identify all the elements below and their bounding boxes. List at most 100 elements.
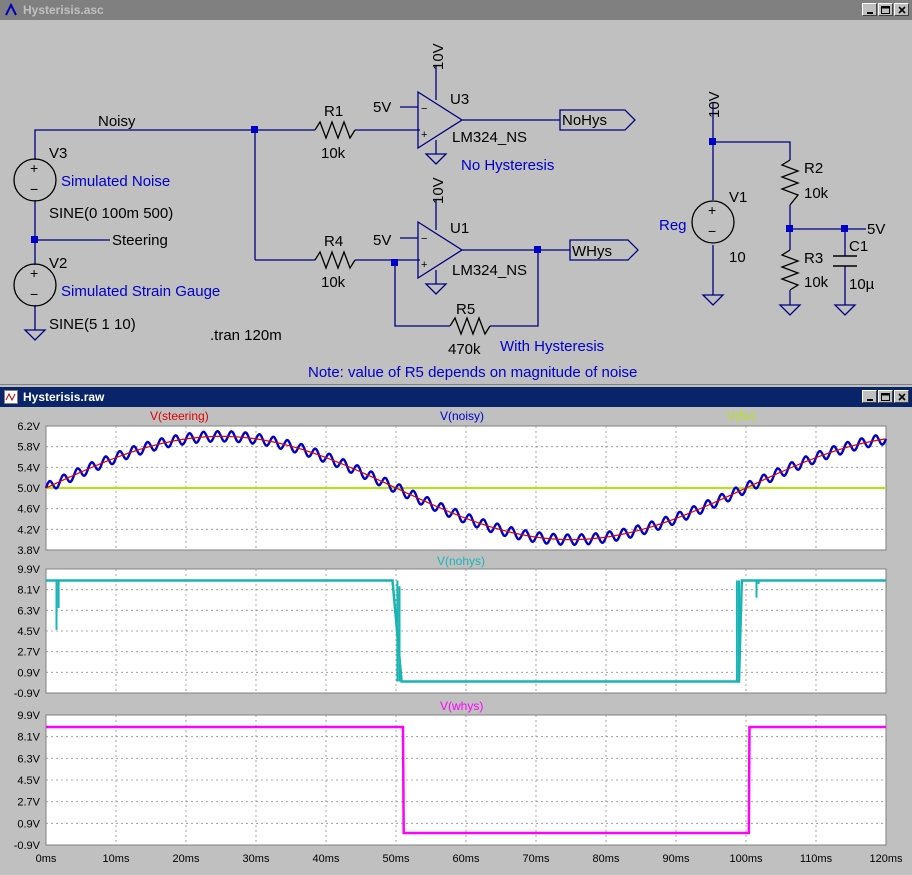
maximize-icon	[881, 5, 890, 14]
r5-value: 470k	[448, 341, 481, 358]
ltspice-schematic-icon	[3, 2, 19, 18]
r1-label: R1	[324, 103, 343, 120]
reg-label: Reg	[659, 217, 687, 234]
r4-label: R4	[324, 233, 343, 250]
y-tick-label: 4.5V	[17, 626, 40, 638]
svg-text:+: +	[421, 259, 427, 271]
with-hysteresis-note: With Hysteresis	[500, 338, 604, 355]
waveform-window: Hysterisis.raw 6.2V 5.8V 5.4V 5.0V 4.6V 4.2V 3…	[0, 384, 912, 875]
schematic-canvas[interactable]: +− +− +− −+ −+ Noisy Steering V3 SINE(0 …	[0, 20, 912, 384]
tran-directive: .tran 120m	[210, 327, 282, 344]
r2-label: R2	[804, 160, 823, 177]
svg-text:−: −	[421, 103, 427, 115]
legend-steering[interactable]: V(steering)	[150, 409, 209, 423]
svg-text:−: −	[421, 233, 427, 245]
x-tick-label: 90ms	[663, 853, 690, 865]
u3-supply: 10V	[430, 43, 447, 70]
minimize-button[interactable]	[862, 3, 877, 16]
x-tick-label: 40ms	[313, 853, 340, 865]
y-tick-label: 4.5V	[17, 775, 40, 787]
plot-pane-1[interactable]: 6.2V 5.8V 5.4V 5.0V 4.6V 4.2V 3.8V V(steering)…	[17, 409, 888, 557]
y-tick-label: 8.1V	[17, 732, 40, 744]
y-tick-label: 4.6V	[17, 504, 40, 516]
v3-description: Simulated Noise	[61, 173, 170, 190]
r1-value: 10k	[321, 145, 346, 162]
legend-noisy[interactable]: V(noisy)	[440, 409, 484, 423]
net-whys-label: WHys	[572, 243, 612, 260]
x-tick-label: 30ms	[243, 853, 270, 865]
r5-label: R5	[456, 301, 475, 318]
x-tick-label: 70ms	[523, 853, 550, 865]
u1-label: U1	[450, 220, 469, 237]
y-tick-label: 2.7V	[17, 797, 40, 809]
r4-value: 10k	[321, 274, 346, 291]
svg-text:−: −	[30, 286, 38, 302]
y-tick-label: 6.2V	[17, 421, 40, 433]
x-tick-label: 50ms	[383, 853, 410, 865]
waveform-canvas[interactable]: 6.2V 5.8V 5.4V 5.0V 4.6V 4.2V 3.8V V(steering)…	[0, 385, 912, 875]
r3-value: 10k	[804, 274, 829, 291]
y-tick-label: 2.7V	[17, 647, 40, 659]
no-hysteresis-note: No Hysteresis	[461, 157, 554, 174]
y-tick-label: 0.9V	[17, 818, 40, 830]
u3-model: LM324_NS	[452, 129, 527, 146]
legend-nohys[interactable]: V(nohys)	[437, 554, 485, 568]
x-tick-label: 0ms	[36, 853, 57, 865]
x-tick-label: 10ms	[103, 853, 130, 865]
u3-ref: 5V	[373, 99, 391, 116]
svg-text:+: +	[30, 265, 38, 281]
c1-value: 10µ	[849, 276, 875, 293]
x-tick-label: 20ms	[173, 853, 200, 865]
u1-model: LM324_NS	[452, 262, 527, 279]
close-button[interactable]	[894, 3, 909, 16]
r5-note: Note: value of R5 depends on magnitude o…	[308, 364, 637, 381]
y-tick-label: 5.8V	[17, 442, 40, 454]
svg-text:+: +	[421, 129, 427, 141]
minimize-icon	[866, 11, 873, 14]
y-tick-label: 5.0V	[17, 483, 40, 495]
y-tick-label: 6.3V	[17, 605, 40, 617]
legend-whys[interactable]: V(whys)	[440, 699, 483, 713]
svg-text:−: −	[708, 223, 716, 239]
x-tick-label: 100ms	[729, 853, 763, 865]
v3-label: V3	[49, 145, 67, 162]
y-tick-label: -0.9V	[14, 840, 41, 852]
net-noisy-label: Noisy	[98, 113, 136, 130]
c1-label: C1	[849, 238, 868, 255]
v2-description: Simulated Strain Gauge	[61, 283, 220, 300]
x-tick-label: 80ms	[593, 853, 620, 865]
r2-value: 10k	[804, 185, 829, 202]
net-steering-label: Steering	[112, 232, 168, 249]
y-tick-label: 9.9V	[17, 564, 40, 576]
x-tick-label: 110ms	[800, 853, 833, 865]
svg-text:+: +	[708, 202, 716, 218]
plot-pane-3[interactable]: 9.9V 8.1V 6.3V 4.5V 2.7V 0.9V -0.9V V(whys)	[14, 699, 887, 852]
y-tick-label: -0.9V	[14, 688, 41, 700]
schematic-window: Hysterisis.asc + − + − + − − + − + Noisy…	[0, 0, 912, 384]
v1-value: 10	[729, 249, 746, 266]
v1-supply: 10V	[706, 91, 723, 118]
y-tick-label: 6.3V	[17, 753, 40, 765]
close-icon	[897, 5, 906, 14]
y-tick-label: 0.9V	[17, 667, 40, 679]
x-tick-label: 120ms	[869, 853, 903, 865]
x-tick-label: 60ms	[453, 853, 480, 865]
schematic-titlebar[interactable]: Hysterisis.asc	[0, 0, 912, 20]
y-tick-label: 3.8V	[17, 545, 40, 557]
legend-5v[interactable]: V(5v)	[727, 409, 756, 423]
u1-ref: 5V	[373, 232, 391, 249]
net-nohys-label: NoHys	[562, 112, 607, 129]
v3-source: SINE(0 100m 500)	[49, 205, 173, 222]
u3-label: U3	[450, 91, 469, 108]
y-tick-label: 4.2V	[17, 524, 40, 536]
maximize-button[interactable]	[878, 3, 893, 16]
net-5v-label: 5V	[867, 221, 885, 238]
u1-supply: 10V	[430, 177, 447, 204]
schematic-title: Hysterisis.asc	[23, 3, 104, 17]
v2-label: V2	[49, 255, 67, 272]
svg-text:+: +	[30, 160, 38, 176]
r3-label: R3	[804, 250, 823, 267]
v1-label: V1	[729, 189, 747, 206]
y-tick-label: 9.9V	[17, 710, 40, 722]
plot-pane-2[interactable]: 9.9V 8.1V 6.3V 4.5V 2.7V 0.9V -0.9V V(nohys)	[14, 554, 887, 700]
